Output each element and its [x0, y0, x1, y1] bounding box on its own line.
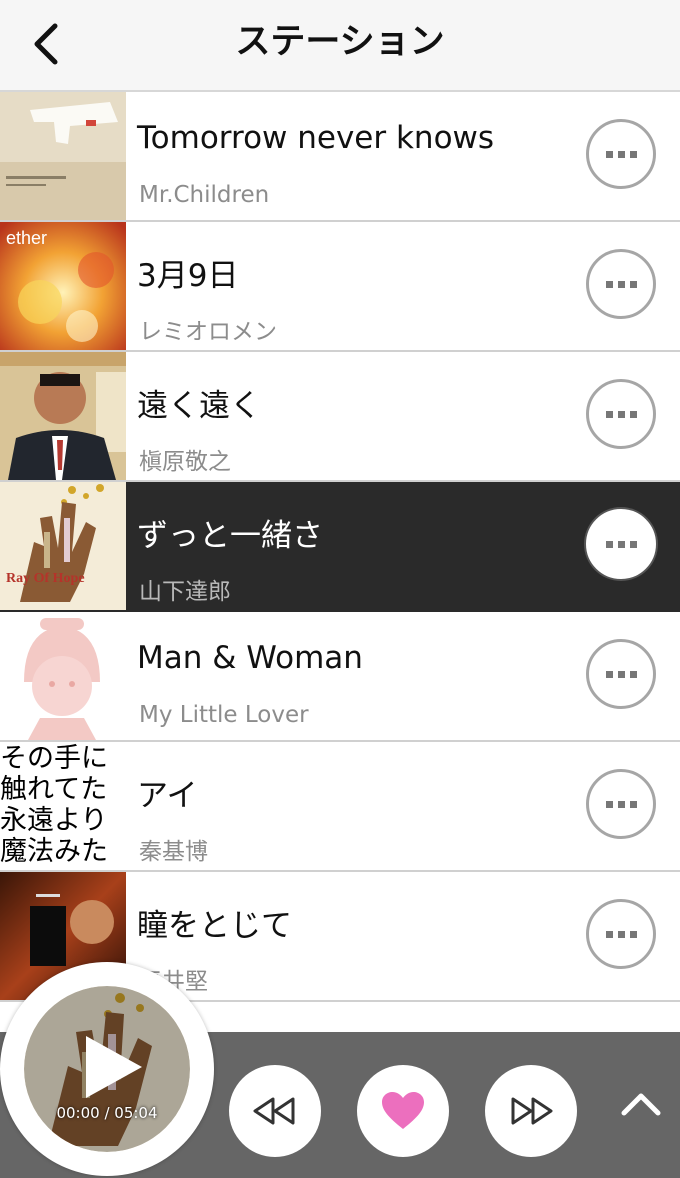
dot — [629, 410, 637, 418]
album-art — [0, 92, 126, 220]
song-row[interactable]: 遠く遠く 槇原敬之 — [0, 352, 680, 482]
album-art-text: ether — [6, 228, 47, 248]
app-header: ステーション — [0, 0, 680, 92]
playback-time: 00:00 / 05:04 — [56, 1104, 158, 1122]
artist-name: 山下達郎 — [139, 579, 231, 605]
more-options-button[interactable] — [586, 509, 656, 579]
song-title: アイ — [137, 778, 198, 814]
song-row[interactable]: Tomorrow never knows Mr.Children — [0, 92, 680, 222]
dot — [629, 540, 637, 548]
dot — [617, 800, 625, 808]
song-title: 瞳をとじて — [137, 908, 292, 944]
album-art: その手に 触れてた 永遠より 魔法みた — [0, 742, 126, 870]
album-art-text: その手に — [0, 743, 108, 774]
dot — [605, 930, 613, 938]
album-art — [0, 612, 126, 740]
more-options-button[interactable] — [586, 379, 656, 449]
song-row-active[interactable]: Ray Of Hope ずっと一緒さ 山下達郎 — [0, 482, 680, 612]
album-art-text: Ray Of Hope — [6, 571, 85, 586]
expand-player-button[interactable] — [618, 1084, 664, 1124]
song-row[interactable]: ether 3月9日 レミオロメン — [0, 222, 680, 352]
more-options-button[interactable] — [586, 639, 656, 709]
chevron-up-icon — [621, 1093, 661, 1116]
dot — [605, 280, 613, 288]
dot — [617, 670, 625, 678]
album-art: ether — [0, 222, 126, 350]
dot — [617, 280, 625, 288]
album-art: Ray Of Hope — [0, 482, 126, 610]
artist-name: Mr.Children — [139, 182, 270, 208]
dot — [605, 150, 613, 158]
album-art — [0, 352, 126, 480]
rewind-button[interactable] — [229, 1065, 321, 1157]
play-icon[interactable] — [82, 1032, 146, 1102]
artist-name: 槇原敬之 — [139, 449, 231, 475]
dot — [629, 150, 637, 158]
dot — [617, 540, 625, 548]
song-title: Tomorrow never knows — [137, 120, 495, 156]
page-title: ステーション — [235, 22, 445, 62]
song-row[interactable]: その手に 触れてた 永遠より 魔法みた アイ 秦基博 — [0, 742, 680, 872]
artist-name: My Little Lover — [139, 702, 309, 728]
artist-name: 秦基博 — [139, 839, 208, 865]
dot — [605, 800, 613, 808]
fast-forward-icon — [511, 1097, 553, 1125]
dot — [629, 670, 637, 678]
dot — [605, 540, 613, 548]
album-art-text: 永遠より — [0, 805, 108, 836]
dot — [605, 670, 613, 678]
song-title: 3月9日 — [137, 258, 239, 294]
fast-forward-button[interactable] — [485, 1065, 577, 1157]
more-options-button[interactable] — [586, 769, 656, 839]
song-title: Man & Woman — [137, 640, 363, 676]
song-row[interactable]: Man & Woman My Little Lover — [0, 612, 680, 742]
more-options-button[interactable] — [586, 249, 656, 319]
more-options-button[interactable] — [586, 899, 656, 969]
artist-name: レミオロメン — [139, 319, 277, 345]
more-options-button[interactable] — [586, 119, 656, 189]
dot — [629, 800, 637, 808]
album-art-text: 魔法みた — [0, 836, 108, 867]
song-list: Tomorrow never knows Mr.Children ether 3… — [0, 92, 680, 1002]
dot — [629, 930, 637, 938]
dot — [617, 410, 625, 418]
rewind-icon — [253, 1097, 295, 1125]
heart-icon — [382, 1092, 424, 1129]
dot — [617, 930, 625, 938]
song-title: ずっと一緒さ — [137, 518, 323, 554]
album-art-text: 触れてた — [0, 774, 108, 805]
dot — [605, 410, 613, 418]
dot — [629, 280, 637, 288]
like-button[interactable] — [357, 1065, 449, 1157]
song-title: 遠く遠く — [137, 388, 261, 424]
dot — [617, 150, 625, 158]
now-playing-disc[interactable] — [0, 962, 214, 1176]
